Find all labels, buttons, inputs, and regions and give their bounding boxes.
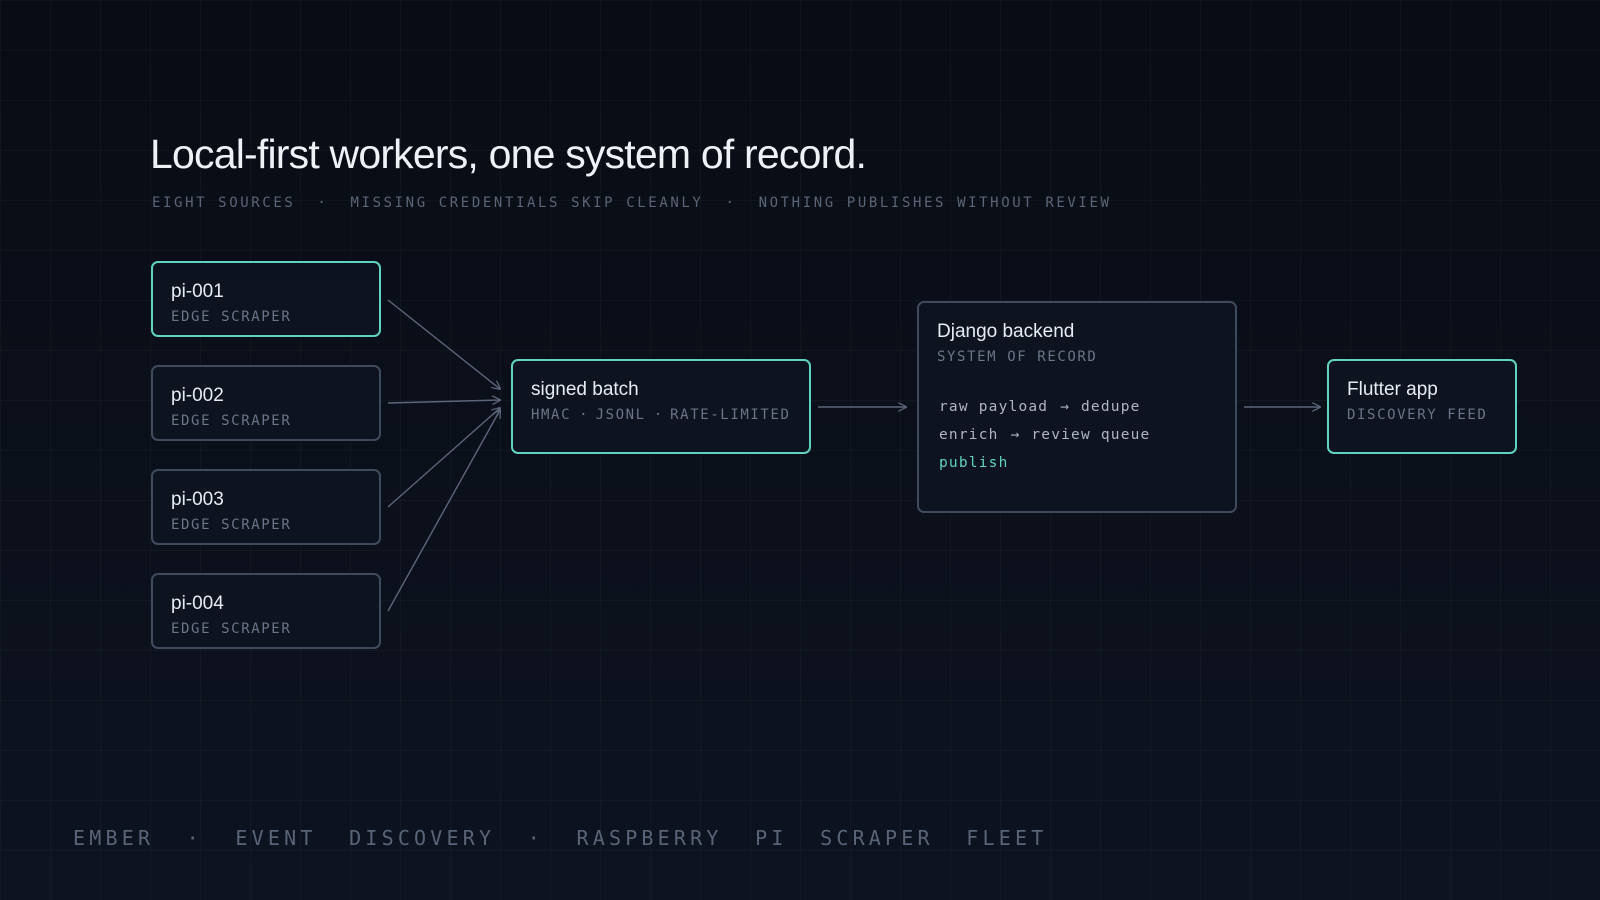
worker-node-pi-001: pi-001 EDGE SCRAPER xyxy=(151,261,381,337)
footer-caption: EMBER · EVENT DISCOVERY · RASPBERRY PI S… xyxy=(73,826,1048,850)
worker-role: EDGE SCRAPER xyxy=(171,621,292,637)
worker-node-pi-002: pi-002 EDGE SCRAPER xyxy=(151,365,381,441)
batch-tag-jsonl: JSONL xyxy=(595,407,646,423)
pipeline-row-publish: publish xyxy=(939,449,1151,477)
pipeline-row-enrich: enrich → review queue xyxy=(939,421,1151,449)
batch-tags: HMAC · JSONL · RATE-LIMITED xyxy=(531,407,791,423)
tag-separator: · xyxy=(579,407,588,423)
worker-role: EDGE SCRAPER xyxy=(171,309,292,325)
signed-batch-node: signed batch HMAC · JSONL · RATE-LIMITED xyxy=(511,359,811,454)
batch-tag-rate-limited: RATE-LIMITED xyxy=(670,407,791,423)
app-role: DISCOVERY FEED xyxy=(1347,407,1488,423)
worker-name: pi-002 xyxy=(171,385,224,406)
django-backend-node: Django backend SYSTEM OF RECORD raw payl… xyxy=(917,301,1237,513)
backend-pipeline: raw payload → dedupe enrich → review queue p… xyxy=(939,393,1151,477)
step-publish: publish xyxy=(939,455,1009,471)
connector-pi-001-to-batch xyxy=(387,299,500,389)
arrow-icon: → xyxy=(1010,427,1020,443)
step-raw-payload: raw payload xyxy=(939,399,1049,415)
pipeline-row-ingest: raw payload → dedupe xyxy=(939,393,1151,421)
backend-role: SYSTEM OF RECORD xyxy=(937,349,1098,365)
flutter-app-node: Flutter app DISCOVERY FEED xyxy=(1327,359,1517,454)
worker-name: pi-001 xyxy=(171,281,224,302)
worker-role: EDGE SCRAPER xyxy=(171,517,292,533)
arrow-icon: → xyxy=(1060,399,1069,415)
worker-name: pi-004 xyxy=(171,593,224,614)
step-enrich: enrich xyxy=(939,427,999,443)
connector-pi-004-to-batch xyxy=(387,410,500,612)
batch-tag-hmac: HMAC xyxy=(531,407,572,423)
connector-pi-002-to-batch xyxy=(387,400,500,403)
batch-name: signed batch xyxy=(531,379,639,400)
tag-separator: · xyxy=(653,407,663,423)
worker-node-pi-004: pi-004 EDGE SCRAPER xyxy=(151,573,381,649)
worker-role: EDGE SCRAPER xyxy=(171,413,292,429)
worker-name: pi-003 xyxy=(171,489,224,510)
connector-pi-003-to-batch xyxy=(387,408,500,508)
backend-name: Django backend xyxy=(937,321,1075,342)
step-dedupe: dedupe xyxy=(1080,399,1141,415)
worker-node-pi-003: pi-003 EDGE SCRAPER xyxy=(151,469,381,545)
app-name: Flutter app xyxy=(1347,379,1438,400)
step-review-queue: review queue xyxy=(1031,427,1151,443)
